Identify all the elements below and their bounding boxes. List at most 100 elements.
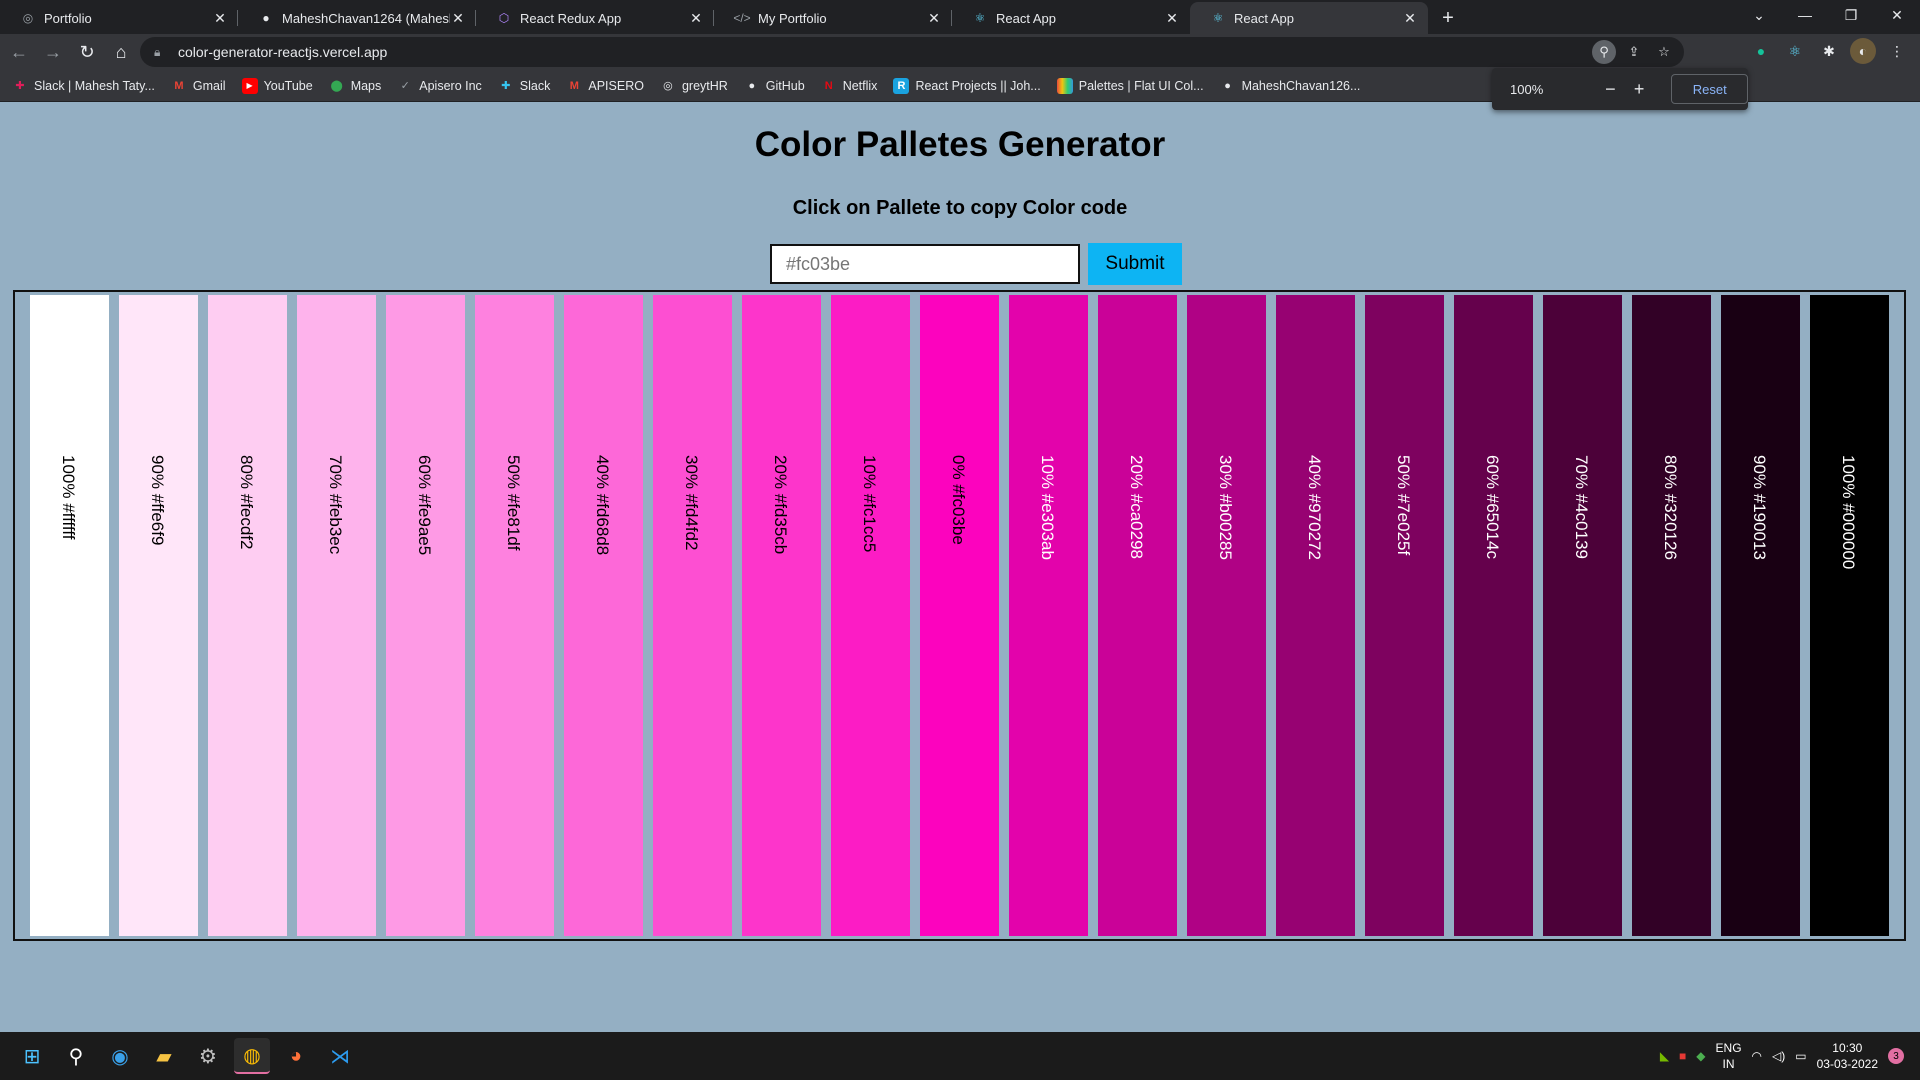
color-swatch[interactable]: 90% #190013	[1721, 295, 1800, 936]
file-explorer-icon[interactable]: ▰	[146, 1038, 182, 1074]
tab-react-app[interactable]: ⚛ React App ✕	[952, 2, 1190, 34]
zoom-out-button[interactable]: −	[1596, 79, 1625, 100]
windows-taskbar: ⊞ ⚲ ◉ ▰ ⚙ ◍ ◕ ⋊ ◣ ■ ◆ ENG IN ◠ ◁) ▭ 10:3…	[0, 1032, 1920, 1080]
url-text[interactable]: color-generator-reactjs.vercel.app	[178, 44, 387, 60]
tab-github[interactable]: ● MaheshChavan1264 (Mahesh Taty ✕	[238, 2, 476, 34]
color-swatch[interactable]: 80% #fecdf2	[208, 295, 287, 936]
color-swatch[interactable]: 70% #4c0139	[1543, 295, 1622, 936]
tab-portfolio[interactable]: ◎ Portfolio ✕	[0, 2, 238, 34]
color-swatch[interactable]: 40% #970272	[1276, 295, 1355, 936]
home-button[interactable]: ⌂	[106, 37, 136, 67]
wifi-icon[interactable]: ◠	[1752, 1049, 1762, 1063]
window-controls: ⌄ — ❐ ✕	[1736, 0, 1920, 30]
back-button[interactable]: ←	[4, 37, 34, 67]
zoom-icon[interactable]: ⚲	[1592, 40, 1616, 64]
reload-button[interactable]: ↻	[72, 37, 102, 67]
close-icon[interactable]: ✕	[212, 10, 228, 27]
color-swatch[interactable]: 10% #fc1cc5	[831, 295, 910, 936]
color-swatch[interactable]: 90% #ffe6f9	[119, 295, 198, 936]
bookmark-react-projects[interactable]: R React Projects || Joh...	[893, 77, 1041, 94]
bookmark-netflix[interactable]: N Netflix	[821, 78, 878, 94]
color-swatch[interactable]: 100% #000000	[1810, 295, 1889, 936]
vscode-icon[interactable]: ⋊	[322, 1038, 358, 1074]
tab-my-portfolio[interactable]: </> My Portfolio ✕	[714, 2, 952, 34]
color-input-value[interactable]: #fc03be	[786, 254, 850, 275]
defender-icon[interactable]: ◆	[1696, 1049, 1705, 1063]
app-tray-icon[interactable]: ■	[1679, 1049, 1686, 1063]
settings-icon[interactable]: ⚙	[190, 1038, 226, 1074]
grammarly-extension-icon[interactable]: ●	[1748, 38, 1774, 64]
battery-icon[interactable]: ▭	[1795, 1049, 1806, 1063]
tab-react-app-active[interactable]: ⚛ React App ✕	[1190, 2, 1428, 34]
menu-kebab-icon[interactable]: ⋮	[1884, 38, 1910, 64]
tab-react-redux-app[interactable]: ⬡ React Redux App ✕	[476, 2, 714, 34]
restore-button[interactable]: ❐	[1828, 0, 1874, 30]
color-swatch[interactable]: 20% #fd35cb	[742, 295, 821, 936]
bookmark-maheshchavan[interactable]: ● MaheshChavan126...	[1220, 78, 1360, 94]
volume-icon[interactable]: ◁)	[1772, 1049, 1785, 1063]
new-tab-button[interactable]: +	[1432, 2, 1464, 34]
avatar[interactable]: ◐	[1850, 38, 1876, 64]
color-swatch[interactable]: 40% #fd68d8	[564, 295, 643, 936]
lock-icon[interactable]: 🔒︎	[154, 45, 168, 60]
color-swatch[interactable]: 0% #fc03be	[920, 295, 999, 936]
bookmark-apisero-inc[interactable]: ✓ Apisero Inc	[397, 78, 482, 94]
color-swatch[interactable]: 100% #ffffff	[30, 295, 109, 936]
color-swatch[interactable]: 20% #ca0298	[1098, 295, 1177, 936]
color-swatch[interactable]: 80% #320126	[1632, 295, 1711, 936]
color-swatch[interactable]: 60% #fe9ae5	[386, 295, 465, 936]
color-swatch[interactable]: 10% #e303ab	[1009, 295, 1088, 936]
slack-icon: ✚	[501, 80, 511, 92]
notification-badge[interactable]: 3	[1888, 1048, 1904, 1064]
react-devtools-extension-icon[interactable]: ⚛	[1782, 38, 1808, 64]
chrome-icon[interactable]: ◍	[234, 1038, 270, 1074]
bookmark-maps[interactable]: ⬤ Maps	[329, 78, 382, 94]
close-window-button[interactable]: ✕	[1874, 0, 1920, 30]
color-swatch[interactable]: 50% #fe81df	[475, 295, 554, 936]
swatch-label: 20% #fd35cb	[770, 455, 790, 555]
bookmark-palettes[interactable]: Palettes | Flat UI Col...	[1056, 77, 1204, 94]
tab-title: My Portfolio	[758, 10, 827, 26]
search-icon[interactable]: ⚲	[58, 1038, 94, 1074]
edge-icon[interactable]: ◉	[102, 1038, 138, 1074]
zoom-in-button[interactable]: +	[1625, 79, 1654, 100]
zoom-reset-button[interactable]: Reset	[1671, 74, 1748, 104]
netflix-icon: N	[824, 79, 833, 92]
windows-start-icon[interactable]: ⊞	[14, 1038, 50, 1074]
close-icon[interactable]: ✕	[926, 10, 942, 27]
bookmark-star-icon[interactable]: ☆	[1652, 40, 1676, 64]
language-code: ENG	[1715, 1041, 1742, 1055]
language-indicator[interactable]: ENG IN	[1716, 1040, 1742, 1072]
close-icon[interactable]: ✕	[1164, 10, 1180, 27]
bookmark-apisero[interactable]: M APISERO	[566, 78, 644, 94]
bookmark-youtube[interactable]: ▶ YouTube	[241, 77, 313, 94]
minimize-button[interactable]: —	[1782, 0, 1828, 30]
address-bar[interactable]: 🔒︎ color-generator-reactjs.vercel.app ⚲ …	[140, 37, 1684, 67]
bookmark-greythr[interactable]: ◎ greytHR	[660, 78, 728, 94]
firefox-icon[interactable]: ◕	[278, 1038, 314, 1074]
bookmark-gmail[interactable]: M Gmail	[171, 78, 226, 94]
system-tray: ◣ ■ ◆ ENG IN ◠ ◁) ▭ 10:30 03-03-2022 3	[1660, 1038, 1904, 1074]
tab-search-icon[interactable]: ⌄	[1736, 0, 1782, 30]
color-swatch[interactable]: 30% #b00285	[1187, 295, 1266, 936]
bookmark-label: Apisero Inc	[419, 78, 482, 93]
bookmark-label: Gmail	[192, 78, 226, 93]
color-swatch[interactable]: 50% #7e025f	[1365, 295, 1444, 936]
color-swatch[interactable]: 70% #feb3ec	[297, 295, 376, 936]
share-icon[interactable]: ⇪	[1622, 40, 1646, 64]
color-swatch[interactable]: 30% #fd4fd2	[653, 295, 732, 936]
bookmark-label: Netflix	[842, 78, 878, 93]
color-input[interactable]: #fc03be	[770, 244, 1080, 284]
bookmark-slack[interactable]: ✚ Slack	[498, 78, 550, 94]
submit-button[interactable]: Submit	[1088, 243, 1182, 285]
close-icon[interactable]: ✕	[1402, 10, 1418, 27]
clock[interactable]: 10:30 03-03-2022	[1817, 1040, 1878, 1072]
bookmark-slack-mahesh[interactable]: ✚ Slack | Mahesh Taty...	[12, 78, 155, 94]
color-swatch[interactable]: 60% #65014c	[1454, 295, 1533, 936]
extensions-puzzle-icon[interactable]: ✱	[1816, 38, 1842, 64]
close-icon[interactable]: ✕	[450, 10, 466, 27]
bookmark-github[interactable]: ● GitHub	[744, 78, 804, 94]
nvidia-icon[interactable]: ◣	[1660, 1049, 1669, 1063]
forward-button[interactable]: →	[38, 37, 68, 67]
close-icon[interactable]: ✕	[688, 10, 704, 27]
